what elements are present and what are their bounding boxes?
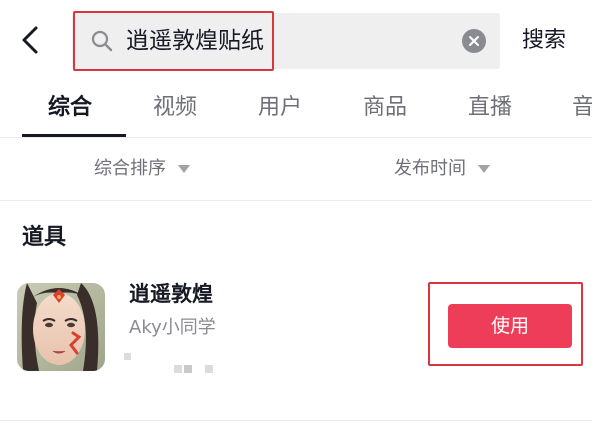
blurred-stat	[124, 353, 131, 360]
tab-videos[interactable]: 视频	[153, 92, 197, 124]
time-filter[interactable]: 发布时间	[394, 156, 490, 182]
clear-icon	[469, 36, 479, 46]
effect-author[interactable]: Aky小同学	[129, 314, 216, 342]
search-icon	[91, 30, 113, 52]
back-button[interactable]	[14, 22, 46, 58]
chevron-left-icon	[22, 26, 38, 54]
active-tab-indicator	[22, 134, 126, 137]
blurred-stat	[174, 365, 182, 373]
blurred-stat	[184, 365, 192, 373]
search-button[interactable]: 搜索	[522, 26, 566, 56]
tab-music[interactable]: 音	[572, 92, 592, 124]
tab-live[interactable]: 直播	[468, 92, 512, 124]
blurred-stat	[205, 365, 213, 373]
tab-users[interactable]: 用户	[258, 92, 302, 124]
effect-thumbnail[interactable]	[17, 283, 105, 371]
sort-filter-label: 综合排序	[94, 158, 166, 179]
search-query-text: 逍遥敦煌贴纸	[126, 28, 264, 54]
filter-bar: 综合排序 发布时间	[0, 139, 592, 201]
clear-button[interactable]	[462, 29, 486, 53]
top-bar: 逍遥敦煌贴纸 搜索	[0, 0, 592, 82]
tab-products[interactable]: 商品	[363, 92, 407, 124]
caret-down-icon	[178, 165, 190, 173]
search-input[interactable]: 逍遥敦煌贴纸	[72, 13, 500, 69]
use-button[interactable]: 使用	[448, 304, 572, 348]
divider	[0, 420, 592, 421]
time-filter-label: 发布时间	[394, 158, 466, 179]
caret-down-icon	[478, 165, 490, 173]
tab-comprehensive[interactable]: 综合	[48, 92, 92, 124]
effect-title: 逍遥敦煌	[129, 282, 213, 306]
section-title: 道具	[22, 225, 67, 250]
sort-filter[interactable]: 综合排序	[94, 156, 190, 182]
tab-bar: 综合 视频 用户 商品 直播 音	[0, 82, 592, 138]
portrait-illustration	[17, 283, 105, 371]
